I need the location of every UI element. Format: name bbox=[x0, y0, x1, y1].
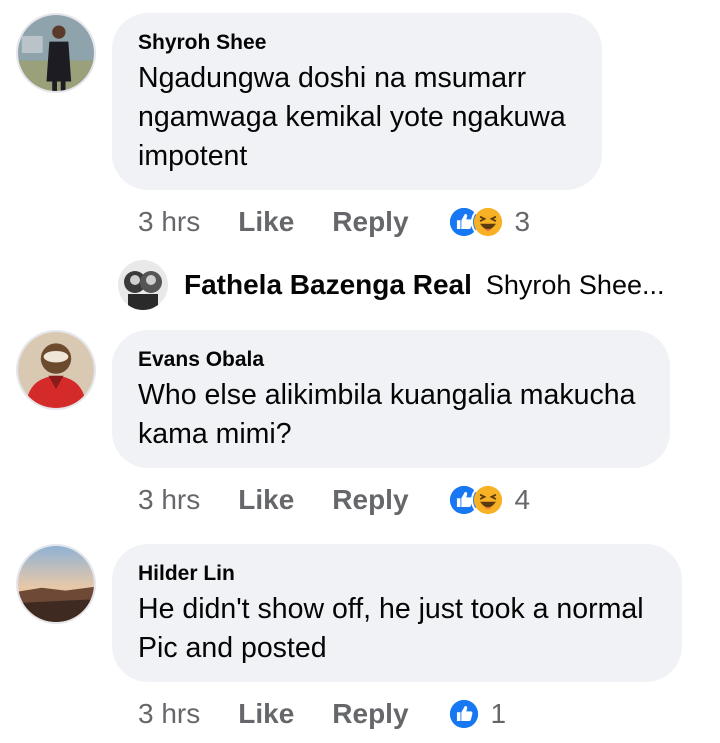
comment-time[interactable]: 3 hrs bbox=[138, 698, 200, 730]
comment-bubble: Shyroh Shee Ngadungwa doshi na msumarr n… bbox=[112, 13, 602, 190]
avatar[interactable] bbox=[16, 13, 96, 93]
comment-actions: 3 hrs Like Reply 4 bbox=[138, 480, 530, 520]
comment-author[interactable]: Evans Obala bbox=[138, 348, 644, 372]
reaction-summary[interactable]: 1 bbox=[446, 697, 507, 731]
avatar-photo bbox=[18, 15, 94, 91]
comment-text-line: ngamwaga kemikal yote ngakuwa bbox=[138, 101, 566, 133]
avatar-photo bbox=[18, 546, 94, 622]
like-button[interactable]: Like bbox=[238, 484, 294, 516]
reaction-count: 1 bbox=[490, 698, 507, 729]
avatar[interactable] bbox=[16, 330, 96, 410]
reaction-count: 4 bbox=[514, 484, 531, 515]
comment-time[interactable]: 3 hrs bbox=[138, 484, 200, 516]
comment-text-line: kama mimi? bbox=[138, 418, 292, 450]
comment-actions: 3 hrs Like Reply 3 bbox=[138, 202, 530, 242]
avatar[interactable] bbox=[16, 544, 96, 624]
comment-bubble: Hilder Lin He didn't show off, he just t… bbox=[112, 544, 682, 682]
comment-time[interactable]: 3 hrs bbox=[138, 206, 200, 238]
comment-text-line: impotent bbox=[138, 140, 248, 172]
reply-button[interactable]: Reply bbox=[332, 206, 408, 238]
like-button[interactable]: Like bbox=[238, 206, 294, 238]
comment-actions: 3 hrs Like Reply 1 bbox=[138, 694, 506, 734]
reply-button[interactable]: Reply bbox=[332, 698, 408, 730]
comment-text-line: He didn't show off, he just took a norma… bbox=[138, 593, 644, 625]
like-icon bbox=[446, 697, 481, 731]
haha-icon bbox=[470, 205, 505, 239]
reply-preview[interactable]: Fathela Bazenga Real Shyroh Shee ... bbox=[118, 259, 665, 311]
comment-text-line: Who else alikimbila kuangalia makucha bbox=[138, 379, 636, 411]
reaction-count: 3 bbox=[514, 206, 531, 237]
avatar bbox=[118, 260, 168, 310]
comment-text-line: Pic and posted bbox=[138, 632, 327, 664]
reaction-summary[interactable]: 3 bbox=[446, 205, 531, 239]
reply-ellipsis: ... bbox=[641, 269, 665, 300]
reply-author: Fathela Bazenga Real bbox=[184, 269, 472, 300]
like-button[interactable]: Like bbox=[238, 698, 294, 730]
reaction-summary[interactable]: 4 bbox=[446, 483, 531, 517]
reply-text: Shyroh Shee bbox=[485, 269, 642, 300]
avatar-photo bbox=[18, 332, 94, 408]
haha-icon bbox=[470, 483, 505, 517]
comment-author[interactable]: Shyroh Shee bbox=[138, 31, 576, 55]
reply-button[interactable]: Reply bbox=[332, 484, 408, 516]
comment-bubble: Evans Obala Who else alikimbila kuangali… bbox=[112, 330, 670, 468]
comment-text-line: Ngadungwa doshi na msumarr bbox=[138, 62, 527, 94]
comment-author[interactable]: Hilder Lin bbox=[138, 562, 656, 586]
